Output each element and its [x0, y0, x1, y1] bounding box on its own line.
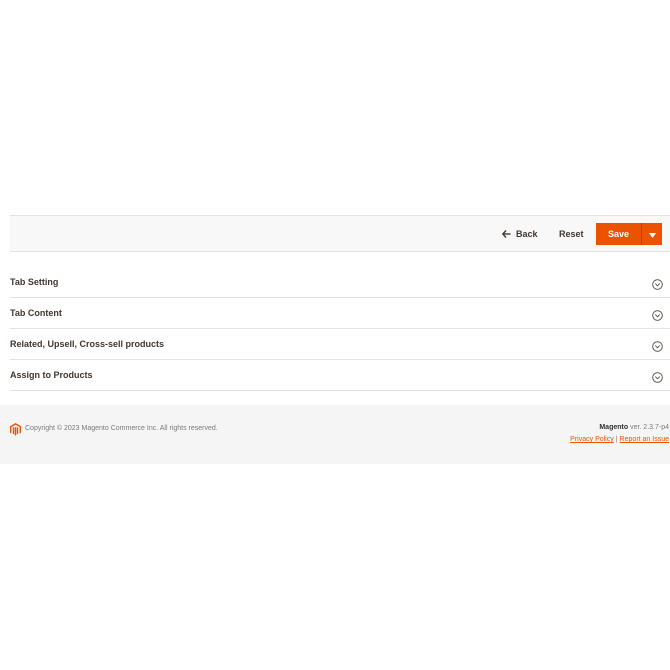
magento-logo-icon — [10, 423, 21, 436]
page-actions-toolbar: Back Reset Save — [10, 215, 670, 252]
footer-links: Privacy Policy | Report an Issue — [570, 435, 669, 444]
arrow-left-icon — [502, 230, 511, 238]
back-button-label: Back — [516, 229, 538, 239]
section-assign-to-products[interactable]: Assign to Products — [10, 360, 670, 391]
section-tab-setting[interactable]: Tab Setting — [10, 267, 670, 298]
chevron-down-circle-icon — [652, 277, 663, 290]
save-split-button: Save — [596, 223, 662, 245]
brand-name: Magento — [599, 424, 629, 431]
caret-down-icon — [648, 225, 656, 243]
copyright-text: Copyright © 2023 Magento Commerce Inc. A… — [25, 425, 218, 432]
save-options-toggle[interactable] — [641, 223, 662, 245]
chevron-down-circle-icon — [652, 370, 663, 383]
section-related-products[interactable]: Related, Upsell, Cross-sell products — [10, 329, 670, 360]
chevron-down-circle-icon — [652, 339, 663, 352]
save-button-label: Save — [607, 229, 630, 239]
reset-button[interactable]: Reset — [559, 224, 584, 244]
section-title: Tab Content — [10, 308, 62, 318]
section-title: Related, Upsell, Cross-sell products — [10, 339, 165, 349]
section-title: Assign to Products — [10, 370, 93, 380]
section-tab-content[interactable]: Tab Content — [10, 298, 670, 329]
reset-button-label: Reset — [559, 229, 584, 239]
privacy-policy-link[interactable]: Privacy Policy — [570, 436, 614, 443]
section-title: Tab Setting — [10, 277, 59, 287]
page-footer: Copyright © 2023 Magento Commerce Inc. A… — [0, 405, 670, 464]
report-issue-link[interactable]: Report an Issue — [620, 436, 669, 443]
save-button[interactable]: Save — [596, 223, 641, 245]
link-separator: | — [615, 436, 618, 443]
back-button[interactable]: Back — [502, 224, 538, 244]
fieldset-sections: Tab Setting Tab Content Related, Upsell,… — [10, 267, 670, 391]
version-number: ver. 2.3.7-p4 — [630, 424, 669, 431]
version-info: Magento ver. 2.3.7-p4 — [599, 423, 669, 432]
page: Back Reset Save Tab Setting Tab Content … — [0, 0, 670, 670]
chevron-down-circle-icon — [652, 308, 663, 321]
